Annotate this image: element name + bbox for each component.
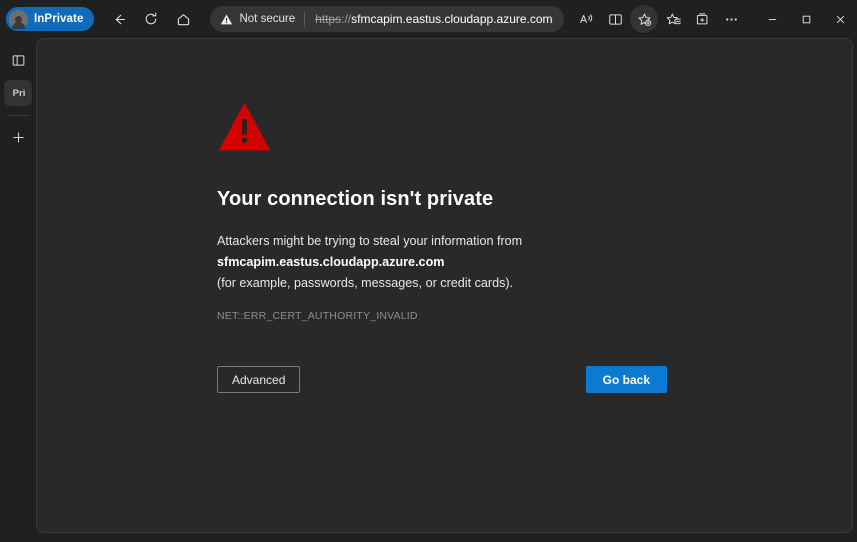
error-code: NET::ERR_CERT_AUTHORITY_INVALID — [217, 310, 418, 322]
error-description-prefix: Attackers might be trying to steal your … — [217, 234, 523, 248]
settings-and-more-icon[interactable] — [717, 5, 745, 33]
red-warning-triangle-icon — [217, 99, 852, 159]
favorites-icon[interactable] — [659, 5, 687, 33]
site-security-indicator[interactable]: Not secure — [220, 13, 304, 26]
url-scheme: https — [315, 12, 342, 26]
error-description: Attackers might be trying to steal your … — [217, 231, 687, 294]
window-controls — [755, 4, 857, 34]
error-action-buttons: Advanced Go back — [217, 366, 667, 393]
address-bar[interactable]: Not secure https :// sfmcapim.eastus.clo… — [210, 6, 564, 32]
not-secure-label: Not secure — [239, 13, 296, 25]
page-title: Your connection isn't private — [217, 188, 494, 210]
warning-triangle-icon — [221, 14, 233, 24]
user-avatar-icon — [9, 9, 28, 29]
navigation-buttons — [104, 4, 198, 34]
error-description-suffix: (for example, passwords, messages, or cr… — [217, 276, 514, 290]
inprivate-profile-button[interactable]: InPrivate — [6, 7, 95, 31]
browser-toolbar: InPrivate Not secure https:// sfmcapim.… — [0, 0, 857, 38]
advanced-button[interactable]: Advanced — [217, 366, 301, 393]
window-body: Pri Your connection isn't private Attack… — [0, 38, 857, 542]
back-arrow-icon[interactable] — [104, 4, 134, 34]
inprivate-label: InPrivate — [34, 13, 84, 25]
sidebar-tab-label: Pri — [12, 87, 26, 99]
error-description-host: sfmcapim.eastus.cloudapp.azure.com — [217, 255, 445, 269]
home-icon[interactable] — [168, 4, 198, 34]
maximize-icon[interactable] — [789, 4, 823, 34]
sidebar-divider — [7, 115, 29, 116]
plus-icon[interactable] — [4, 123, 32, 151]
page-content-area: Your connection isn't private Attackers … — [36, 38, 853, 533]
sidebar-tab-inprivate[interactable]: Pri — [4, 80, 32, 106]
url-port: :19080 — [553, 12, 554, 26]
url-host: sfmcapim.eastus.cloudapp.azure.com — [351, 12, 553, 26]
browser-window: InPrivate Not secure https:// sfmcapim.… — [0, 0, 857, 542]
add-favorite-icon[interactable] — [630, 5, 658, 33]
vertical-tab-sidebar: Pri — [0, 38, 36, 542]
tab-list-icon[interactable] — [4, 46, 32, 74]
url-scheme-separator: :// — [341, 12, 352, 26]
split-screen-icon[interactable] — [601, 5, 629, 33]
certificate-error-page: Your connection isn't private Attackers … — [37, 39, 852, 393]
toolbar-actions — [572, 5, 745, 33]
go-back-button[interactable]: Go back — [585, 366, 667, 393]
refresh-icon[interactable] — [136, 4, 166, 34]
url-text[interactable]: https :// sfmcapim.eastus.cloudapp.azure… — [305, 12, 554, 26]
read-aloud-icon[interactable] — [572, 5, 600, 33]
close-icon[interactable] — [823, 4, 857, 34]
collections-icon[interactable] — [688, 5, 716, 33]
minimize-icon[interactable] — [755, 4, 789, 34]
